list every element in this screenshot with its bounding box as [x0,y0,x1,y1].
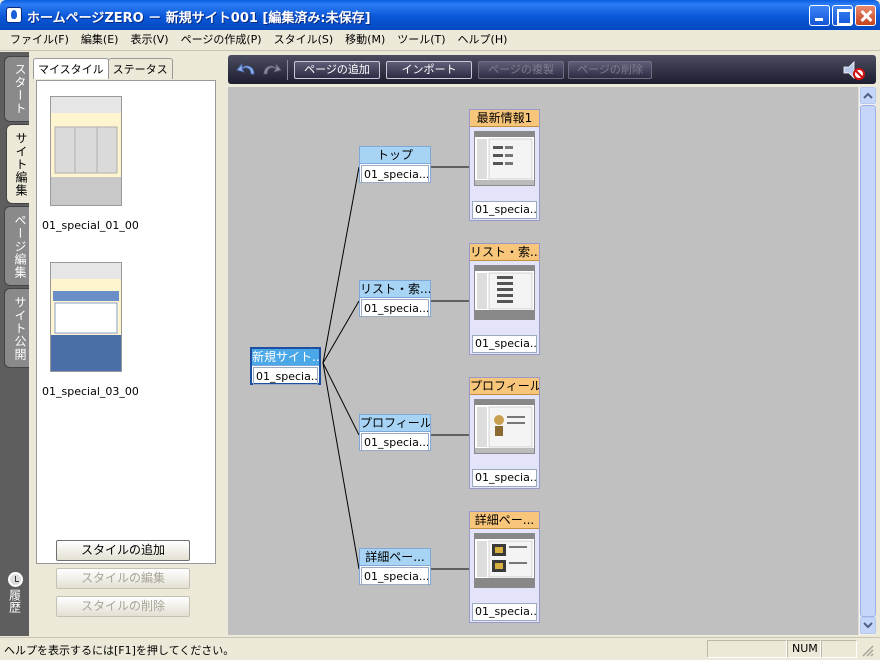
style-preview-image [51,263,121,371]
edit-style-button[interactable]: スタイルの編集 [56,568,190,589]
toolbar-separator [287,60,288,80]
sitemap-section-node[interactable]: 詳細ペー... 01_specia... [359,548,431,585]
title-bar: ホームページZERO － 新規サイト001 [編集済み:未保存] [0,0,880,30]
tab-status[interactable]: ステータス [107,58,173,79]
tab-my-style[interactable]: マイスタイル [33,58,109,79]
minimize-button[interactable] [809,5,830,26]
page-card[interactable]: プロフィール1 01_specia... [469,377,540,489]
style-label: 01_special_01_00... [42,219,138,232]
vertical-scrollbar[interactable] [858,87,876,635]
history-label: 履歴 [7,589,22,613]
node-title: トップ [360,147,430,164]
page-card[interactable]: リスト・索... 01_specia... [469,243,540,355]
history-button[interactable]: 履歴 [4,572,26,613]
menu-file[interactable]: ファイル(F) [4,30,75,50]
menu-view[interactable]: 表示(V) [124,30,174,50]
sitemap-section-node[interactable]: トップ 01_specia... [359,146,431,183]
style-panel: マイスタイル ステータス 01_special_01_00... [29,52,223,636]
scroll-down-button[interactable] [860,617,876,634]
page-preview-image [474,265,535,320]
sitemap-section-node[interactable]: リスト・索... 01_specia... [359,280,431,317]
node-file: 01_specia... [361,567,429,585]
style-thumbnail[interactable] [50,262,122,372]
menu-tools[interactable]: ツール(T) [391,30,451,50]
speaker-muted-icon[interactable] [842,59,866,81]
app-icon [6,7,22,23]
tab-start[interactable]: スタート [4,56,29,122]
add-page-button[interactable]: ページの追加 [294,61,380,79]
page-card-title: 詳細ペー... [470,512,539,529]
sitemap-toolbar: ページの追加 インポート ページの複製 ページの削除 [228,55,876,84]
style-list: 01_special_01_00... 01_special_03_00... [36,80,216,564]
page-card-file: 01_specia... [472,469,537,487]
sitemap-canvas[interactable]: 新規サイト... 01_specia... トップ 01_specia... リ… [228,87,858,635]
clock-icon [7,572,23,587]
tab-site-publish[interactable]: サイト公開 [4,288,29,368]
sitemap-root-node[interactable]: 新規サイト... 01_specia... [250,347,321,385]
resize-grip-icon[interactable] [861,644,875,658]
page-card-file: 01_specia... [472,201,537,219]
delete-page-button[interactable]: ページの削除 [568,61,652,79]
style-preview-image [51,97,121,205]
maximize-button[interactable] [832,5,853,26]
close-button[interactable] [855,5,876,26]
node-file: 01_specia... [253,367,318,385]
sitemap-connectors [322,166,469,570]
page-card-title: プロフィール1 [470,378,539,395]
redo-icon[interactable] [260,60,282,78]
menu-edit[interactable]: 編集(E) [75,30,125,50]
import-button[interactable]: インポート [386,61,472,79]
status-help-text: ヘルプを表示するには[F1]を押してください。 [4,644,235,657]
menu-help[interactable]: ヘルプ(H) [452,30,514,50]
sitemap-section-node[interactable]: プロフィール1 01_specia... [359,414,431,451]
tab-page-edit[interactable]: ページ編集 [4,206,29,286]
node-file: 01_specia... [361,165,429,183]
page-preview-image [474,399,535,454]
status-cell [821,640,857,658]
scroll-up-button[interactable] [860,87,876,104]
page-card[interactable]: 詳細ペー... 01_specia... [469,511,540,623]
node-file: 01_specia... [361,433,429,451]
status-num: NUM [787,640,821,658]
menu-style[interactable]: スタイル(S) [268,30,340,50]
node-title: 詳細ペー... [360,549,430,566]
node-title: 新規サイト... [252,349,319,366]
chevron-down-icon [863,622,873,629]
duplicate-page-button[interactable]: ページの複製 [478,61,564,79]
page-card-title: リスト・索... [470,244,539,261]
window-title: ホームページZERO － 新規サイト001 [編集済み:未保存] [27,11,371,26]
page-card-file: 01_specia... [472,335,537,353]
node-title: リスト・索... [360,281,430,298]
page-preview-image [474,131,535,186]
style-thumbnail[interactable] [50,96,122,206]
add-style-button[interactable]: スタイルの追加 [56,540,190,561]
page-card[interactable]: 最新情報1 01_specia... [469,109,540,221]
chevron-up-icon [863,92,873,99]
page-card-file: 01_specia... [472,603,537,621]
page-card-title: 最新情報1 [470,110,539,127]
status-cell [707,640,787,658]
node-title: プロフィール1 [360,415,430,432]
menu-create-page[interactable]: ページの作成(P) [175,30,268,50]
page-preview-image [474,533,535,588]
menu-move[interactable]: 移動(M) [339,30,391,50]
status-bar: ヘルプを表示するには[F1]を押してください。 NUM [0,637,880,660]
delete-style-button[interactable]: スタイルの削除 [56,596,190,617]
mode-tab-rail: スタート サイト編集 ページ編集 サイト公開 履歴 [0,52,30,636]
style-label: 01_special_03_00... [42,385,138,398]
tab-site-edit[interactable]: サイト編集 [6,124,30,204]
menu-bar: ファイル(F) 編集(E) 表示(V) ページの作成(P) スタイル(S) 移動… [0,30,880,51]
scroll-thumb[interactable] [860,105,876,617]
undo-icon[interactable] [236,60,258,78]
node-file: 01_specia... [361,299,429,317]
